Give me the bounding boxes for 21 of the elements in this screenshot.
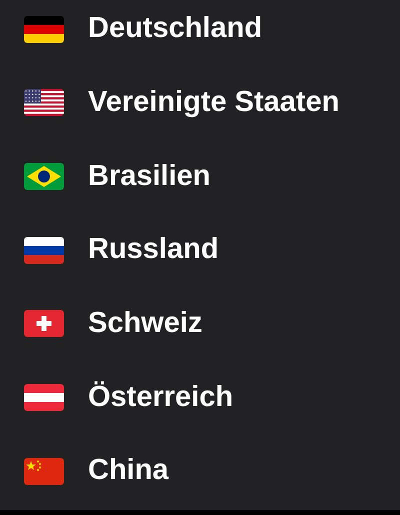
flag-icon — [24, 89, 64, 116]
country-name: China — [88, 453, 169, 488]
flag-icon — [24, 310, 64, 338]
country-name: Vereinigte Staaten — [88, 84, 340, 120]
country-item[interactable]: China — [0, 442, 400, 500]
country-name: Brasilien — [88, 158, 210, 194]
country-item[interactable]: Schweiz — [0, 294, 400, 353]
flag-icon — [24, 384, 64, 411]
country-item[interactable]: Deutschland — [0, 0, 400, 58]
flag-icon — [24, 162, 64, 190]
flag-icon — [24, 16, 64, 42]
flag-icon — [24, 458, 64, 485]
country-item[interactable]: Österreich — [0, 368, 400, 426]
country-name: Russland — [88, 232, 219, 268]
country-item[interactable]: Vereinigte Staaten — [0, 74, 400, 132]
country-name: Schweiz — [88, 306, 202, 341]
flag-icon — [24, 236, 64, 264]
country-item[interactable]: Russland — [0, 221, 400, 280]
country-name: Deutschland — [88, 11, 262, 46]
country-item[interactable]: Brasilien — [0, 147, 400, 206]
country-name: Österreich — [88, 380, 234, 415]
